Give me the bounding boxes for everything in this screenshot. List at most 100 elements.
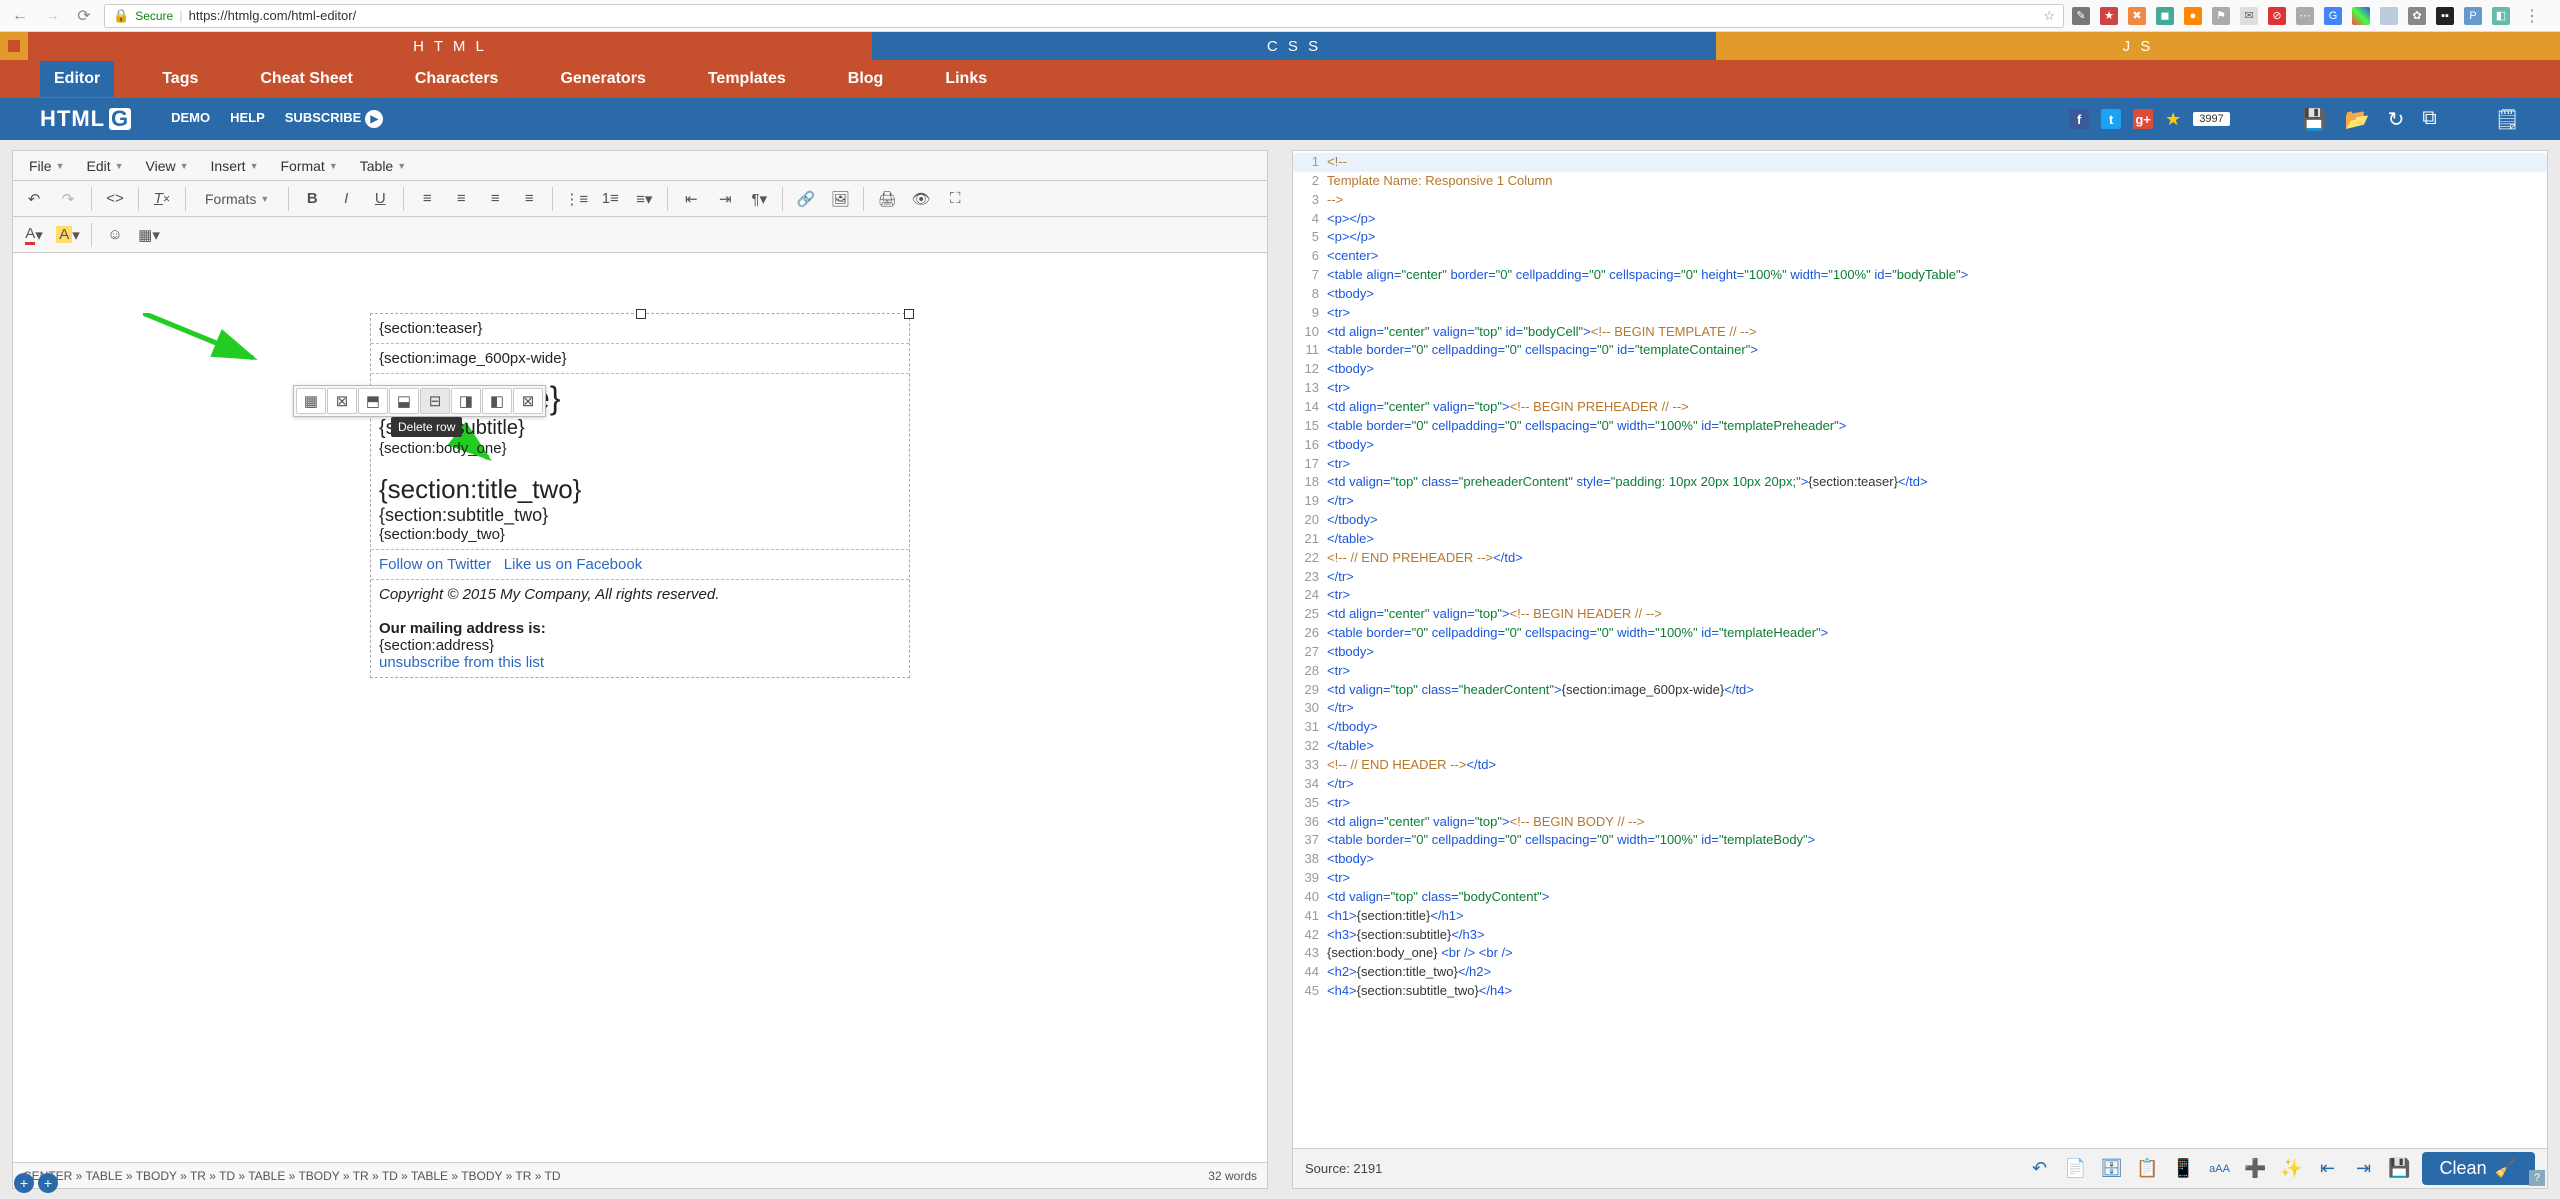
ext-icon[interactable]: P: [2464, 7, 2482, 25]
ext-icon[interactable]: ◧: [2492, 7, 2510, 25]
menu-table[interactable]: Table▼: [350, 154, 416, 178]
notes-icon[interactable]: 🗒: [2495, 107, 2520, 132]
code-line[interactable]: 3-->: [1293, 191, 2547, 210]
ext-icon[interactable]: ✉: [2240, 7, 2258, 25]
align-justify-icon[interactable]: ≡: [514, 185, 544, 213]
ext-icon[interactable]: [2380, 7, 2398, 25]
code-line[interactable]: 42<h3>{section:subtitle}</h3>: [1293, 926, 2547, 945]
code-line[interactable]: 15<table border="0" cellpadding="0" cell…: [1293, 417, 2547, 436]
gplus-icon[interactable]: g+: [2133, 109, 2153, 129]
menu-file[interactable]: File▼: [19, 154, 74, 178]
nav-links[interactable]: Links: [931, 61, 1001, 97]
align-right-icon[interactable]: ≡: [480, 185, 510, 213]
tpl-social-row[interactable]: Follow on Twitter Like us on Facebook: [371, 550, 909, 580]
ext-icon[interactable]: ✖: [2128, 7, 2146, 25]
code-editor[interactable]: 1<!--2Template Name: Responsive 1 Column…: [1293, 151, 2547, 1148]
nav-tags[interactable]: Tags: [148, 61, 212, 97]
tab-css[interactable]: C S S: [872, 32, 1716, 60]
code-line[interactable]: 28<tr>: [1293, 662, 2547, 681]
textcolor-icon[interactable]: A▾: [19, 221, 49, 249]
print-icon[interactable]: 🖨: [872, 185, 902, 213]
ext-icon[interactable]: ◼: [2156, 7, 2174, 25]
link-help[interactable]: HELP: [230, 110, 265, 129]
table-props-icon[interactable]: ▦: [296, 388, 326, 414]
code-line[interactable]: 38<tbody>: [1293, 850, 2547, 869]
col-before-icon[interactable]: ◨: [451, 388, 481, 414]
code-line[interactable]: 13<tr>: [1293, 379, 2547, 398]
bullet-list-icon[interactable]: ⋮≡: [561, 185, 591, 213]
nav-editor[interactable]: Editor: [40, 61, 114, 97]
tpl-teaser[interactable]: {section:teaser}: [371, 314, 909, 344]
code-line[interactable]: 22<!-- // END PREHEADER --></td>: [1293, 549, 2547, 568]
code-line[interactable]: 4<p></p>: [1293, 210, 2547, 229]
code-line[interactable]: 17<tr>: [1293, 455, 2547, 474]
tpl-footer-row[interactable]: Copyright © 2015 My Company, All rights …: [371, 580, 909, 677]
code-line[interactable]: 7<table align="center" border="0" cellpa…: [1293, 266, 2547, 285]
fullscreen-icon[interactable]: ⛶: [940, 185, 970, 213]
db-icon[interactable]: 🗄: [2098, 1155, 2126, 1183]
underline-icon[interactable]: U: [365, 185, 395, 213]
code-line[interactable]: 35<tr>: [1293, 794, 2547, 813]
ext-icon[interactable]: ★: [2100, 7, 2118, 25]
align-center-icon[interactable]: ≡: [446, 185, 476, 213]
ext-icon[interactable]: ⊘: [2268, 7, 2286, 25]
device-icon[interactable]: 📱: [2170, 1155, 2198, 1183]
add-circle-icon[interactable]: +: [14, 1173, 34, 1193]
code-line[interactable]: 43{section:body_one} <br /> <br />: [1293, 944, 2547, 963]
col-after-icon[interactable]: ◧: [482, 388, 512, 414]
tab-html[interactable]: H T M L: [28, 32, 872, 60]
ext-icon[interactable]: ⚑: [2212, 7, 2230, 25]
star-icon[interactable]: ☆: [2043, 8, 2055, 24]
code-line[interactable]: 14<td align="center" valign="top"><!-- B…: [1293, 398, 2547, 417]
textsize-icon[interactable]: aAA: [2206, 1155, 2234, 1183]
newdoc-icon[interactable]: 📄: [2062, 1155, 2090, 1183]
back-button[interactable]: ←: [8, 4, 32, 28]
undo-icon[interactable]: ↶: [19, 185, 49, 213]
link-demo[interactable]: DEMO: [171, 110, 210, 129]
undo-icon[interactable]: ↶: [2026, 1155, 2054, 1183]
unsubscribe-link[interactable]: unsubscribe from this list: [379, 654, 901, 671]
code-line[interactable]: 31</tbody>: [1293, 718, 2547, 737]
copy-icon[interactable]: 📋: [2134, 1155, 2162, 1183]
forward-button[interactable]: →: [40, 4, 64, 28]
code-line[interactable]: 6<center>: [1293, 247, 2547, 266]
code-line[interactable]: 24<tr>: [1293, 586, 2547, 605]
save-icon[interactable]: 💾: [2386, 1155, 2414, 1183]
twitter-link[interactable]: Follow on Twitter: [379, 556, 491, 573]
outdent-icon[interactable]: ⇤: [676, 185, 706, 213]
clearformat-icon[interactable]: T×: [147, 185, 177, 213]
code-line[interactable]: 44<h2>{section:title_two}</h2>: [1293, 963, 2547, 982]
add-circle-icon[interactable]: +: [38, 1173, 58, 1193]
paragraph-icon[interactable]: ¶▾: [744, 185, 774, 213]
dropbox-icon[interactable]: ⧉: [2422, 107, 2436, 132]
bold-icon[interactable]: B: [297, 185, 327, 213]
ext-icon[interactable]: [2352, 7, 2370, 25]
dom-path[interactable]: CENTER » TABLE » TBODY » TR » TD » TABLE…: [23, 1169, 561, 1183]
refresh-icon[interactable]: ↻: [2388, 107, 2405, 132]
indent-icon[interactable]: ⇥: [710, 185, 740, 213]
indent-icon[interactable]: ⇤: [2314, 1155, 2342, 1183]
code-line[interactable]: 8<tbody>: [1293, 285, 2547, 304]
list-dropdown-icon[interactable]: ≡▾: [629, 185, 659, 213]
code-line[interactable]: 11<table border="0" cellpadding="0" cell…: [1293, 341, 2547, 360]
code-line[interactable]: 41<h1>{section:title}</h1>: [1293, 907, 2547, 926]
ext-icon[interactable]: G: [2324, 7, 2342, 25]
image-icon[interactable]: 🖼: [825, 185, 855, 213]
number-list-icon[interactable]: 1≡: [595, 185, 625, 213]
code-line[interactable]: 37<table border="0" cellpadding="0" cell…: [1293, 831, 2547, 850]
menu-view[interactable]: View▼: [136, 154, 199, 178]
menu-edit[interactable]: Edit▼: [76, 154, 133, 178]
nav-generators[interactable]: Generators: [546, 61, 659, 97]
bgcolor-icon[interactable]: A▾: [53, 221, 83, 249]
code-line[interactable]: 23</tr>: [1293, 568, 2547, 587]
menu-insert[interactable]: Insert▼: [201, 154, 269, 178]
star-icon[interactable]: ★: [2165, 109, 2181, 130]
code-line[interactable]: 5<p></p>: [1293, 228, 2547, 247]
emoji-icon[interactable]: ☺: [100, 221, 130, 249]
code-line[interactable]: 34</tr>: [1293, 775, 2547, 794]
menu-icon[interactable]: ⋮: [2520, 4, 2544, 28]
code-line[interactable]: 18<td valign="top" class="preheaderConte…: [1293, 473, 2547, 492]
code-line[interactable]: 16<tbody>: [1293, 436, 2547, 455]
help-icon[interactable]: ?: [2529, 1170, 2545, 1186]
preview-icon[interactable]: 👁: [906, 185, 936, 213]
